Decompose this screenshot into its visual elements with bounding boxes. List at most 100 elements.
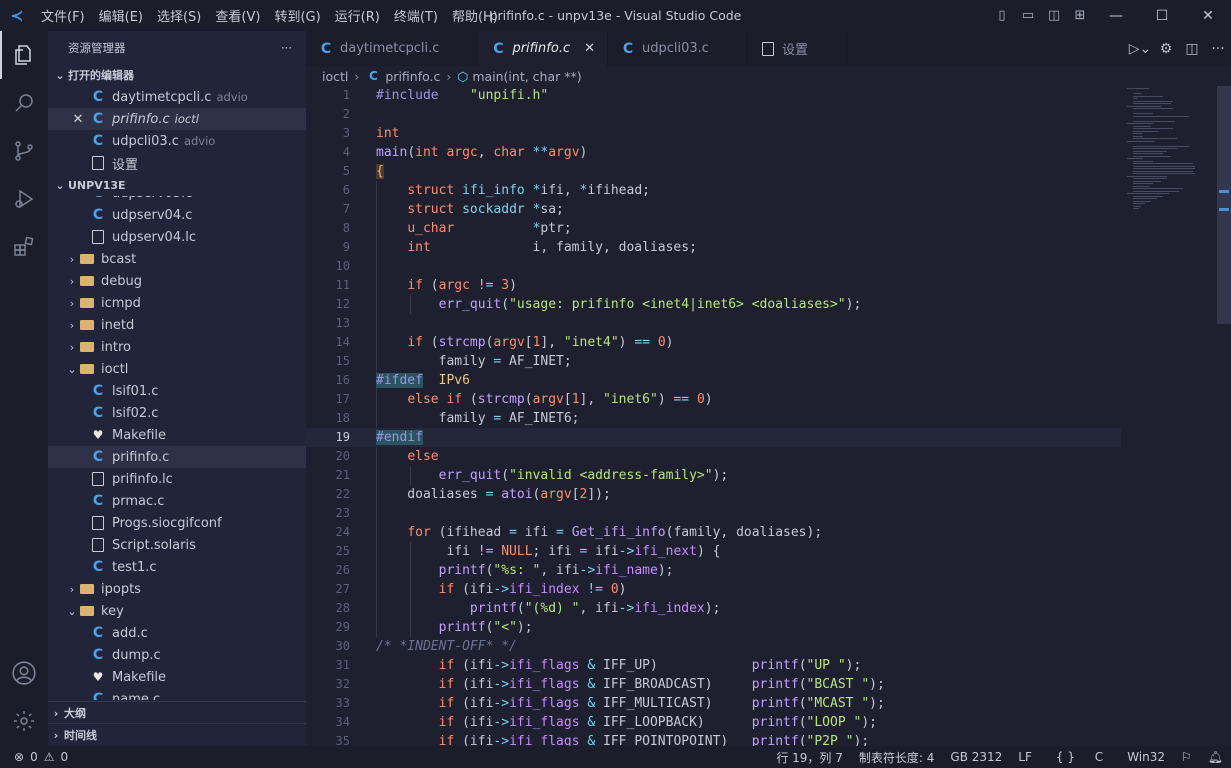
run-debug-icon[interactable] xyxy=(0,175,48,223)
file-item[interactable]: Script.solaris xyxy=(48,534,306,556)
file-item[interactable]: udpserv04.lc xyxy=(48,226,306,248)
folder-item[interactable]: › debug xyxy=(48,270,306,292)
code-line[interactable]: 22 doaliases = atoi(argv[2]); xyxy=(306,485,1121,504)
folder-item[interactable]: › icmpd xyxy=(48,292,306,314)
encoding[interactable]: GB 2312 xyxy=(942,750,1010,764)
code-editor[interactable]: 1 #include "unpifi.h" 2 3 int 4 main(int argc,… xyxy=(306,86,1121,746)
close-icon[interactable]: ✕ xyxy=(70,112,86,127)
toggle-primary-sidebar-icon[interactable]: ▯ xyxy=(989,8,1015,23)
folder-item[interactable]: › inetd xyxy=(48,314,306,336)
menu-item[interactable]: 选择(S) xyxy=(150,6,208,25)
explorer-icon[interactable] xyxy=(0,31,48,79)
minimize-button[interactable]: — xyxy=(1093,8,1139,24)
code-line[interactable]: 11 if (argc != 3) xyxy=(306,276,1121,295)
close-window-button[interactable]: ✕ xyxy=(1185,8,1231,24)
code-line[interactable]: 3 int xyxy=(306,124,1121,143)
code-line[interactable]: 29 printf("<"); xyxy=(306,618,1121,637)
notifications-bell-icon[interactable]: 🔔︎ xyxy=(1200,750,1231,764)
outline-section[interactable]: › 大纲 xyxy=(48,701,306,724)
code-line[interactable]: 7 struct sockaddr *sa; xyxy=(306,200,1121,219)
file-item[interactable]: Ctest1.c xyxy=(48,556,306,578)
scrollbar-thumb[interactable] xyxy=(1217,86,1231,324)
code-line[interactable]: 35 if (ifi->ifi_flags & IFF_POINTOPOINT)… xyxy=(306,732,1121,746)
code-line[interactable]: 23 xyxy=(306,504,1121,523)
file-item[interactable]: Cudpserv04.c xyxy=(48,204,306,226)
code-line[interactable]: 25 ifi != NULL; ifi = ifi->ifi_next) { xyxy=(306,542,1121,561)
menu-item[interactable]: 查看(V) xyxy=(208,6,267,25)
code-line[interactable]: 30 /* *INDENT-OFF* */ xyxy=(306,637,1121,656)
folder-item[interactable]: ⌄ key xyxy=(48,600,306,622)
timeline-section[interactable]: › 时间线 xyxy=(48,723,306,746)
code-line[interactable]: 15 family = AF_INET; xyxy=(306,352,1121,371)
code-line[interactable]: 24 for (ifihead = ifi = Get_ifi_info(fam… xyxy=(306,523,1121,542)
code-line[interactable]: 18 family = AF_INET6; xyxy=(306,409,1121,428)
settings-gear-icon[interactable] xyxy=(0,697,48,745)
tab-prifinfo-c[interactable]: Cprifinfo.c ✕ xyxy=(478,31,608,66)
breadcrumb-file[interactable]: prifinfo.c xyxy=(385,69,440,84)
folder-item[interactable]: › bcast xyxy=(48,248,306,270)
source-control-icon[interactable] xyxy=(0,127,48,175)
menu-item[interactable]: 转到(G) xyxy=(267,6,327,25)
breadcrumb-folder[interactable]: ioctl xyxy=(322,69,348,84)
code-line[interactable]: 17 else if (strcmp(argv[1], "inet6") == … xyxy=(306,390,1121,409)
code-line[interactable]: 34 if (ifi->ifi_flags & IFF_LOOPBACK) pr… xyxy=(306,713,1121,732)
code-line[interactable]: 14 if (strcmp(argv[1], "inet4") == 0) xyxy=(306,333,1121,352)
menu-item[interactable]: 终端(T) xyxy=(387,6,445,25)
feedback-icon[interactable]: ⚐ xyxy=(1173,750,1200,764)
code-line[interactable]: 6 struct ifi_info *ifi, *ifihead; xyxy=(306,181,1121,200)
cursor-position[interactable]: 行 19，列 7 xyxy=(768,749,851,766)
customize-layout-icon[interactable]: ⊞ xyxy=(1067,8,1093,23)
code-line[interactable]: 13 xyxy=(306,314,1121,333)
toggle-secondary-sidebar-icon[interactable]: ◫ xyxy=(1041,8,1067,23)
close-tab-icon[interactable]: ✕ xyxy=(584,41,595,56)
file-item[interactable]: Cudpserv05.c xyxy=(48,196,306,204)
indentation[interactable]: 制表符长度: 4 xyxy=(851,749,943,766)
tab--[interactable]: 设置 xyxy=(748,31,847,66)
folder-item[interactable]: › ipopts xyxy=(48,578,306,600)
tab-daytimetcpcli-c[interactable]: Cdaytimetcpcli.c xyxy=(306,31,479,66)
code-line[interactable]: 2 xyxy=(306,105,1121,124)
folder-item[interactable]: › intro xyxy=(48,336,306,358)
menu-item[interactable]: 文件(F) xyxy=(34,6,92,25)
language-mode[interactable]: { } C xyxy=(1040,750,1119,764)
code-line[interactable]: 32 if (ifi->ifi_flags & IFF_BROADCAST) p… xyxy=(306,675,1121,694)
code-line[interactable]: 21 err_quit("invalid <address-family>"); xyxy=(306,466,1121,485)
code-line[interactable]: 10 xyxy=(306,257,1121,276)
open-editor-item[interactable]: ✕ Cprifinfo.c ioctl xyxy=(48,108,306,130)
file-item[interactable]: Progs.siocgifconf xyxy=(48,512,306,534)
file-item[interactable]: Clsif01.c xyxy=(48,380,306,402)
file-item[interactable]: Cprifinfo.c xyxy=(48,446,306,468)
open-editor-item[interactable]: Cudpcli03.c advio xyxy=(48,130,306,152)
code-line[interactable]: 9 int i, family, doaliases; xyxy=(306,238,1121,257)
code-line[interactable]: 1 #include "unpifi.h" xyxy=(306,86,1121,105)
file-item[interactable]: ♥ Makefile xyxy=(48,424,306,446)
code-line[interactable]: 20 else xyxy=(306,447,1121,466)
vertical-scrollbar[interactable] xyxy=(1217,86,1231,746)
problems-indicator[interactable]: ⊗ 0 ⚠ 0 xyxy=(0,750,68,764)
code-line[interactable]: 26 printf("%s: ", ifi->ifi_name); xyxy=(306,561,1121,580)
menu-item[interactable]: 运行(R) xyxy=(328,6,387,25)
folder-item[interactable]: ⌄ ioctl xyxy=(48,358,306,380)
code-line[interactable]: 31 if (ifi->ifi_flags & IFF_UP) printf("… xyxy=(306,656,1121,675)
code-line[interactable]: 27 if (ifi->ifi_index != 0) xyxy=(306,580,1121,599)
file-item[interactable]: Cprmac.c xyxy=(48,490,306,512)
breadcrumb-symbol[interactable]: main(int, char **) xyxy=(472,69,581,84)
file-item[interactable]: Clsif02.c xyxy=(48,402,306,424)
split-editor-icon[interactable]: ◫ xyxy=(1179,41,1205,57)
account-icon[interactable] xyxy=(0,649,48,697)
code-line[interactable]: 5{ xyxy=(306,162,1121,181)
settings-icon[interactable]: ⚙ xyxy=(1153,41,1179,57)
code-line[interactable]: 19 #endif xyxy=(306,428,1121,447)
project-section[interactable]: ⌄ UNPV13E xyxy=(48,174,306,196)
more-actions-icon[interactable]: ··· xyxy=(281,41,292,55)
run-file-icon[interactable]: ▷⌄ xyxy=(1127,41,1153,57)
code-line[interactable]: 8 u_char *ptr; xyxy=(306,219,1121,238)
menu-item[interactable]: 编辑(E) xyxy=(92,6,150,25)
platform[interactable]: Win32 xyxy=(1119,750,1173,764)
file-item[interactable]: Cadd.c xyxy=(48,622,306,644)
code-line[interactable]: 16 #ifdef IPv6 xyxy=(306,371,1121,390)
maximize-button[interactable]: ☐ xyxy=(1139,8,1185,24)
code-line[interactable]: 12 err_quit("usage: prifinfo <inet4|inet… xyxy=(306,295,1121,314)
end-of-line[interactable]: LF xyxy=(1010,750,1040,764)
menu-item[interactable]: 帮助(H) xyxy=(445,6,505,25)
